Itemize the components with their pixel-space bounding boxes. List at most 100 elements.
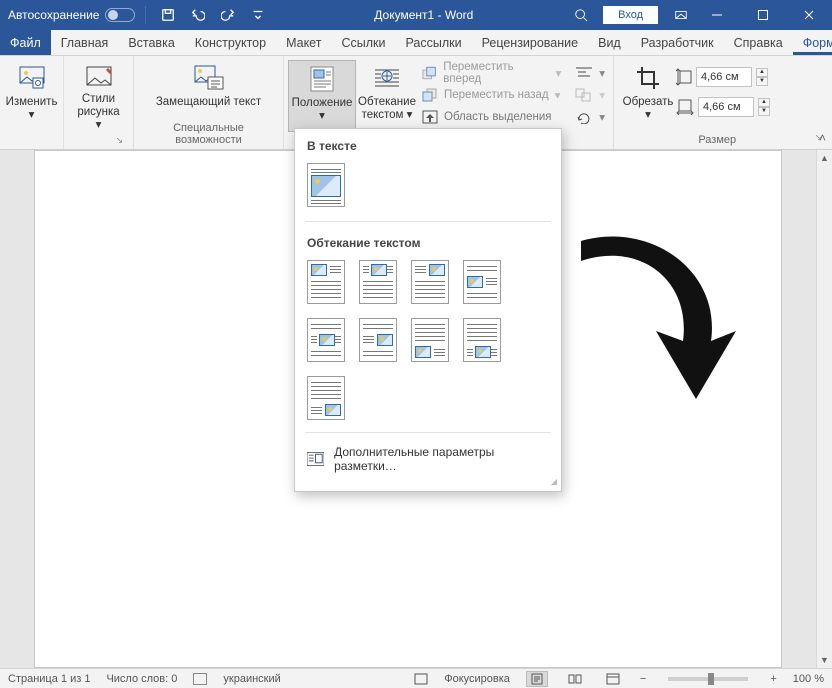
align-icon <box>575 66 593 80</box>
height-icon <box>676 68 692 86</box>
width-spinner[interactable]: ▲▼ <box>758 98 770 116</box>
group-adjust: Изменить▾ <box>0 56 64 149</box>
position-top-left[interactable] <box>307 260 345 304</box>
wrap-text-button[interactable]: Обтекание текстом ▾ <box>356 60 418 132</box>
focus-mode-button[interactable]: Фокусировка <box>444 673 510 685</box>
save-button[interactable] <box>156 3 180 27</box>
width-input[interactable]: 4,66 см ▲▼ <box>676 96 770 118</box>
position-bottom-right[interactable] <box>307 376 345 420</box>
position-middle-center[interactable] <box>307 318 345 362</box>
dropdown-separator <box>305 221 551 222</box>
more-layout-label: Дополнительные параметры разметки… <box>334 445 549 473</box>
search-button[interactable] <box>569 3 593 27</box>
maximize-icon <box>757 9 769 21</box>
more-layout-icon <box>307 452 324 466</box>
position-label: Положение▾ <box>292 97 353 123</box>
tab-insert[interactable]: Вставка <box>118 30 184 55</box>
tab-mailings[interactable]: Рассылки <box>395 30 471 55</box>
send-backward-button[interactable]: Переместить назад▾ <box>418 84 565 106</box>
tab-layout[interactable]: Макет <box>276 30 331 55</box>
crop-button[interactable]: Обрезать▾ <box>620 60 676 132</box>
close-icon <box>803 9 815 21</box>
zoom-slider[interactable] <box>668 677 748 681</box>
position-inline[interactable] <box>307 163 345 207</box>
web-layout-view[interactable] <box>602 671 624 687</box>
close-button[interactable] <box>786 0 832 30</box>
align-button[interactable]: ▾ <box>571 62 609 84</box>
picture-styles-button[interactable]: Стили рисунка▾ <box>70 60 127 132</box>
status-language[interactable]: украинский <box>223 673 280 685</box>
size-inputs: 4,66 см ▲▼ 4,66 см ▲▼ <box>676 60 770 132</box>
title-bar: Автосохранение Документ1 - Word Вход <box>0 0 832 30</box>
minimize-button[interactable] <box>694 0 740 30</box>
redo-icon <box>221 8 235 22</box>
qat-customize-button[interactable] <box>246 3 270 27</box>
position-top-center[interactable] <box>359 260 397 304</box>
scroll-up-icon[interactable]: ▲ <box>817 150 832 166</box>
tab-review[interactable]: Рецензирование <box>472 30 589 55</box>
login-button[interactable]: Вход <box>603 6 658 24</box>
undo-icon <box>191 8 205 22</box>
tab-help[interactable]: Справка <box>724 30 793 55</box>
selection-pane-button[interactable]: Область выделения <box>418 106 565 128</box>
bring-forward-label: Переместить вперед <box>443 61 549 85</box>
proofing-icon[interactable] <box>193 673 207 685</box>
position-button[interactable]: Положение▾ <box>288 60 356 132</box>
zoom-out-button[interactable]: − <box>640 673 646 685</box>
tab-developer[interactable]: Разработчик <box>631 30 724 55</box>
rotate-icon <box>575 110 593 124</box>
adjust-icon <box>16 64 48 92</box>
position-bottom-left[interactable] <box>411 318 449 362</box>
status-page[interactable]: Страница 1 из 1 <box>8 673 90 685</box>
tab-graphics-format[interactable]: Формат граф <box>793 30 832 55</box>
group-icon <box>575 88 593 102</box>
ribbon-display-options[interactable] <box>674 8 688 22</box>
alt-text-button[interactable]: Замещающий текст <box>150 60 267 120</box>
height-spinner[interactable]: ▲▼ <box>756 68 768 86</box>
rotate-button[interactable]: ▾ <box>571 106 609 128</box>
dropdown-section-inline: В тексте <box>295 129 561 159</box>
read-mode-view[interactable] <box>564 671 586 687</box>
ribbon-tabs: Файл Главная Вставка Конструктор Макет С… <box>0 30 832 56</box>
read-mode-icon <box>568 673 582 685</box>
vertical-scrollbar[interactable]: ▲ ▼ <box>816 150 832 668</box>
undo-button[interactable] <box>186 3 210 27</box>
tab-design[interactable]: Конструктор <box>185 30 276 55</box>
bring-forward-button[interactable]: Переместить вперед▾ <box>418 62 565 84</box>
position-middle-left[interactable] <box>463 260 501 304</box>
scroll-down-icon[interactable]: ▼ <box>817 652 832 668</box>
styles-dialog-launcher[interactable]: ↘ <box>70 135 127 149</box>
tab-references[interactable]: Ссылки <box>331 30 395 55</box>
redo-button[interactable] <box>216 3 240 27</box>
print-layout-icon <box>530 673 544 685</box>
group-button[interactable]: ▾ <box>571 84 609 106</box>
autosave-toggle[interactable]: Автосохранение <box>8 8 135 22</box>
tab-view[interactable]: Вид <box>588 30 631 55</box>
adjust-button[interactable]: Изменить▾ <box>6 60 57 132</box>
status-word-count[interactable]: Число слов: 0 <box>106 673 177 685</box>
maximize-button[interactable] <box>740 0 786 30</box>
alt-text-label: Замещающий текст <box>156 96 261 109</box>
width-value: 4,66 см <box>698 97 754 117</box>
accessibility-group-label: Специальные возможности <box>140 120 277 149</box>
position-middle-right[interactable] <box>359 318 397 362</box>
more-layout-options[interactable]: Дополнительные параметры разметки… <box>295 437 561 477</box>
chevron-down-icon <box>251 8 265 22</box>
print-layout-view[interactable] <box>526 671 548 687</box>
wrap-options-grid <box>295 256 561 428</box>
group-picture-styles: Стили рисунка▾ ↘ <box>64 56 134 149</box>
height-value: 4,66 см <box>696 67 752 87</box>
arrange-top-row: Положение▾ Обтекание текстом ▾ Перемести… <box>288 60 609 132</box>
position-bottom-center[interactable] <box>463 318 501 362</box>
inserted-arrow-shape[interactable] <box>561 231 741 401</box>
group-accessibility: Замещающий текст Специальные возможности <box>134 56 284 149</box>
zoom-in-button[interactable]: + <box>770 673 776 685</box>
height-input[interactable]: 4,66 см ▲▼ <box>676 66 770 88</box>
tab-file[interactable]: Файл <box>0 30 51 55</box>
tab-home[interactable]: Главная <box>51 30 119 55</box>
dropdown-resize-grip[interactable]: ◢ <box>295 477 561 485</box>
position-top-right[interactable] <box>411 260 449 304</box>
zoom-level[interactable]: 100 % <box>793 673 824 685</box>
alt-text-icon <box>193 64 225 92</box>
collapse-ribbon-button[interactable]: ˄ <box>819 131 826 145</box>
